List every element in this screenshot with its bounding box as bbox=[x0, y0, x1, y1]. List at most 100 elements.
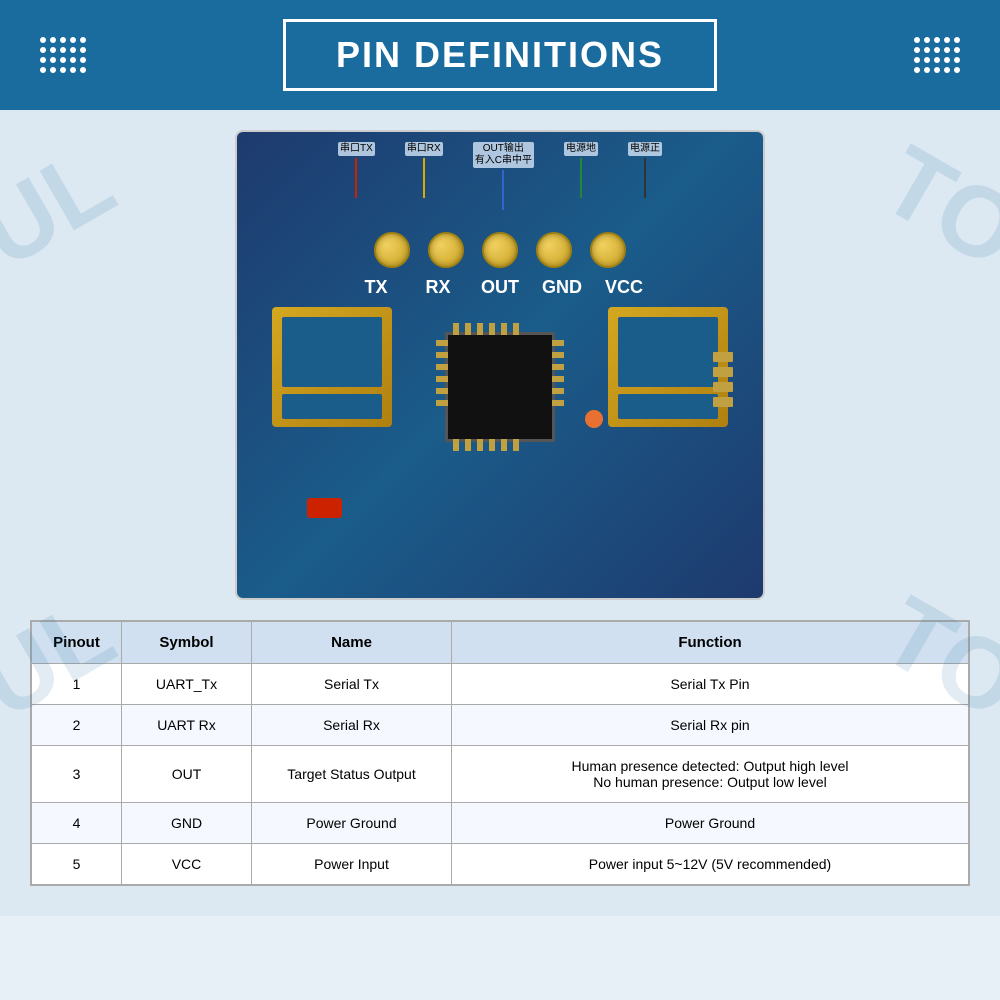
header-title-box: PIN DEFINITIONS bbox=[283, 19, 717, 91]
pin-vcc-cn-label: 电源正 bbox=[628, 142, 662, 156]
pin-name-rx: RX bbox=[412, 277, 464, 298]
lead bbox=[453, 439, 459, 451]
cell-name: Serial Tx bbox=[252, 664, 452, 705]
pin-label-vcc: 电源正 bbox=[628, 142, 662, 210]
lead bbox=[465, 323, 471, 335]
cell-function: Power input 5~12V (5V recommended) bbox=[452, 844, 969, 885]
pin-label-rx: 串口RX bbox=[405, 142, 443, 210]
lead bbox=[552, 352, 564, 358]
chip-body bbox=[445, 332, 555, 442]
cell-pinout: 3 bbox=[32, 746, 122, 803]
col-header-name: Name bbox=[252, 622, 452, 664]
pin-gnd-cn-label: 电源地 bbox=[564, 142, 598, 156]
pin-label-out: OUT输出有入C串中平 bbox=[473, 142, 534, 210]
cell-pinout: 4 bbox=[32, 803, 122, 844]
col-header-function: Function bbox=[452, 622, 969, 664]
lead bbox=[552, 400, 564, 406]
red-component bbox=[307, 498, 342, 518]
pcb-board-image: 串口TX 串口RX OUT输出有入C串中平 电源地 电源正 bbox=[235, 130, 765, 600]
arrow-gnd bbox=[580, 158, 582, 198]
table-row: 2UART RxSerial RxSerial Rx pin bbox=[32, 705, 969, 746]
antenna-inner-left bbox=[282, 317, 382, 387]
lead bbox=[477, 439, 483, 451]
pin-name-gnd: GND bbox=[536, 277, 588, 298]
antenna-inner-bottom-right bbox=[618, 394, 718, 419]
pin-tx-cn-label: 串口TX bbox=[338, 142, 375, 156]
lead bbox=[436, 388, 448, 394]
arrow-out bbox=[502, 170, 504, 210]
table-body: 1UART_TxSerial TxSerial Tx Pin2UART RxSe… bbox=[32, 664, 969, 885]
smd-3 bbox=[713, 382, 733, 392]
cell-function: Power Ground bbox=[452, 803, 969, 844]
lead bbox=[552, 388, 564, 394]
pad-rx bbox=[428, 232, 464, 268]
antenna-inner-bottom-left bbox=[282, 394, 382, 419]
pad-out bbox=[482, 232, 518, 268]
cell-name: Power Input bbox=[252, 844, 452, 885]
header-bar: PIN DEFINITIONS bbox=[0, 0, 1000, 110]
pin-label-tx: 串口TX bbox=[338, 142, 375, 210]
smd-components-right bbox=[713, 352, 733, 407]
smd-1 bbox=[713, 352, 733, 362]
arrow-vcc bbox=[644, 158, 646, 198]
cell-name: Power Ground bbox=[252, 803, 452, 844]
table-row: 3OUTTarget Status OutputHuman presence d… bbox=[32, 746, 969, 803]
pad-gnd bbox=[536, 232, 572, 268]
pin-rx-cn-label: 串口RX bbox=[405, 142, 443, 156]
pin-names-row: TX RX OUT GND VCC bbox=[350, 277, 650, 298]
lead bbox=[552, 364, 564, 370]
lead bbox=[489, 439, 495, 451]
dots-left-decoration bbox=[40, 37, 86, 73]
arrow-tx bbox=[355, 158, 357, 198]
lead bbox=[513, 439, 519, 451]
smd-2 bbox=[713, 367, 733, 377]
cell-pinout: 1 bbox=[32, 664, 122, 705]
main-chip bbox=[445, 332, 555, 442]
col-header-pinout: Pinout bbox=[32, 622, 122, 664]
table-row: 5VCCPower InputPower input 5~12V (5V rec… bbox=[32, 844, 969, 885]
pin-out-cn-label: OUT输出有入C串中平 bbox=[473, 142, 534, 168]
orange-dot-component bbox=[585, 410, 603, 428]
cell-symbol: VCC bbox=[122, 844, 252, 885]
page-title: PIN DEFINITIONS bbox=[336, 34, 664, 75]
chip-leads-left bbox=[436, 340, 448, 406]
pad-tx bbox=[374, 232, 410, 268]
cell-pinout: 5 bbox=[32, 844, 122, 885]
lead bbox=[453, 323, 459, 335]
pin-name-out: OUT bbox=[474, 277, 526, 298]
lead bbox=[552, 376, 564, 382]
cell-function: Serial Tx Pin bbox=[452, 664, 969, 705]
board-image-container: 串口TX 串口RX OUT输出有入C串中平 电源地 电源正 bbox=[30, 130, 970, 600]
arrow-rx bbox=[423, 158, 425, 198]
lead bbox=[465, 439, 471, 451]
antenna-pad-left bbox=[272, 307, 392, 427]
dots-right-decoration bbox=[914, 37, 960, 73]
cell-symbol: OUT bbox=[122, 746, 252, 803]
cell-symbol: UART Rx bbox=[122, 705, 252, 746]
pad-vcc bbox=[590, 232, 626, 268]
lead bbox=[501, 439, 507, 451]
pin-name-vcc: VCC bbox=[598, 277, 650, 298]
lead bbox=[513, 323, 519, 335]
antenna-inner-right bbox=[618, 317, 718, 387]
table-header-row: Pinout Symbol Name Function bbox=[32, 622, 969, 664]
smd-4 bbox=[713, 397, 733, 407]
table-row: 1UART_TxSerial TxSerial Tx Pin bbox=[32, 664, 969, 705]
content-area: UL TO UL TO 串口TX 串口RX OUT输出有入C串中平 bbox=[0, 110, 1000, 916]
lead bbox=[436, 400, 448, 406]
lead bbox=[436, 352, 448, 358]
cell-symbol: UART_Tx bbox=[122, 664, 252, 705]
cell-function: Serial Rx pin bbox=[452, 705, 969, 746]
lead bbox=[489, 323, 495, 335]
lead bbox=[501, 323, 507, 335]
lead bbox=[552, 340, 564, 346]
chip-leads-bottom bbox=[453, 439, 519, 451]
cell-name: Serial Rx bbox=[252, 705, 452, 746]
cell-function: Human presence detected: Output high lev… bbox=[452, 746, 969, 803]
lead bbox=[436, 340, 448, 346]
cell-pinout: 2 bbox=[32, 705, 122, 746]
pin-table: Pinout Symbol Name Function 1UART_TxSeri… bbox=[31, 621, 969, 885]
table-row: 4GNDPower GroundPower Ground bbox=[32, 803, 969, 844]
lead bbox=[436, 364, 448, 370]
pin-name-tx: TX bbox=[350, 277, 402, 298]
